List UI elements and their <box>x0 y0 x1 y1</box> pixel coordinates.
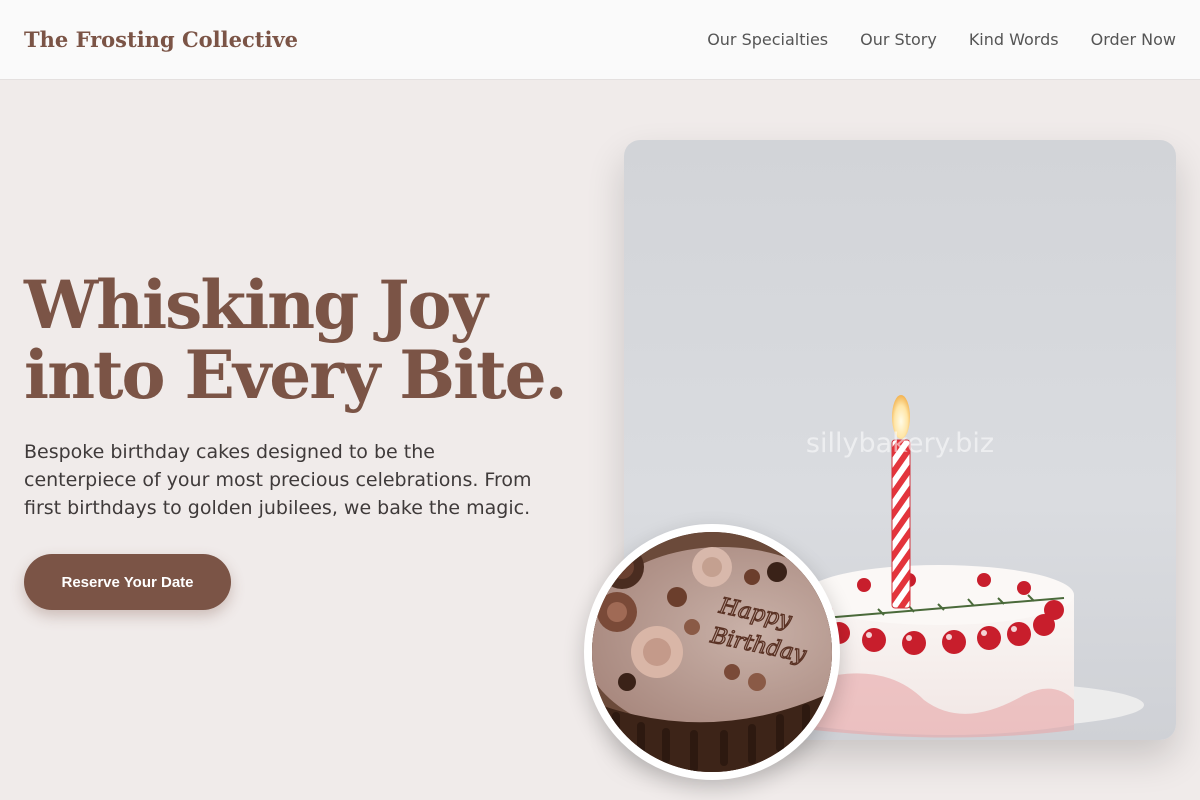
candle <box>892 440 910 608</box>
main-nav: Our Specialties Our Story Kind Words Ord… <box>707 30 1176 49</box>
site-header: The Frosting Collective Our Specialties … <box>0 0 1200 80</box>
chocolate-cake-image: Happy Birthday <box>592 532 832 772</box>
image-watermark: sillybakery.biz <box>806 428 994 459</box>
nav-link-order-now[interactable]: Order Now <box>1091 30 1176 49</box>
nav-link-kind-words[interactable]: Kind Words <box>969 30 1059 49</box>
nav-link-specialties[interactable]: Our Specialties <box>707 30 828 49</box>
hero-title-line-2: into Every Bite. <box>24 336 568 414</box>
brand-logo[interactable]: The Frosting Collective <box>24 27 298 52</box>
hero-title: Whisking Joy into Every Bite. <box>24 270 584 410</box>
hero-subtitle: Bespoke birthday cakes designed to be th… <box>24 441 532 519</box>
nav-link-story[interactable]: Our Story <box>860 30 937 49</box>
inset-cake-photo: Happy Birthday <box>584 524 840 780</box>
hero-title-line-1: Whisking Joy <box>24 266 488 344</box>
reserve-date-button[interactable]: Reserve Your Date <box>24 554 231 610</box>
